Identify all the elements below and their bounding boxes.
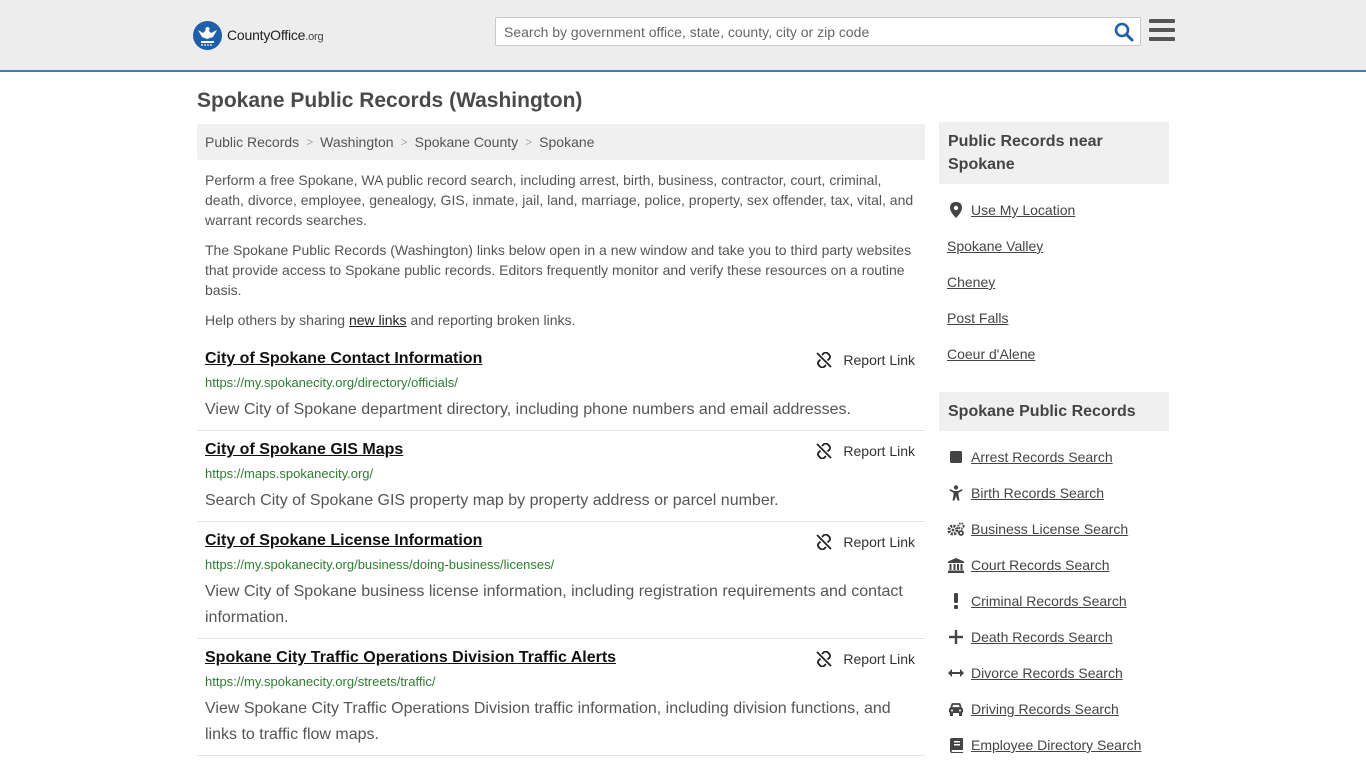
breadcrumb-public-records[interactable]: Public Records xyxy=(205,134,299,150)
eagle-logo-icon xyxy=(193,20,222,50)
page-title: Spokane Public Records (Washington) xyxy=(197,89,583,112)
site-logo[interactable]: CountyOffice.org xyxy=(193,20,324,50)
record-item: City of Spokane License Information Repo… xyxy=(197,532,925,639)
nearby-link-coeur-dalene[interactable]: Coeur d'Alene xyxy=(947,346,1035,362)
search-input[interactable] xyxy=(496,18,1106,45)
record-url: https://my.spokanecity.org/directory/off… xyxy=(205,375,458,390)
hamburger-menu-icon[interactable] xyxy=(1149,19,1175,42)
new-links-link[interactable]: new links xyxy=(349,312,407,328)
breadcrumb: Public Records > Washington > Spokane Co… xyxy=(197,124,925,160)
gears-icon xyxy=(947,521,965,537)
record-item: City of Spokane GIS Maps Report Link htt… xyxy=(197,441,925,522)
nearby-link-post-falls[interactable]: Post Falls xyxy=(947,310,1008,326)
use-location-link[interactable]: Use My Location xyxy=(971,202,1075,218)
breadcrumb-spokane-county[interactable]: Spokane County xyxy=(415,134,519,150)
breadcrumb-separator: > xyxy=(306,135,314,149)
breadcrumb-washington[interactable]: Washington xyxy=(320,134,393,150)
square-icon xyxy=(947,449,965,465)
exclamation-icon xyxy=(947,593,965,609)
nearby-heading: Public Records near Spokane xyxy=(939,122,1169,184)
intro-paragraph-3: Help others by sharing new links and rep… xyxy=(205,312,576,328)
car-icon xyxy=(947,701,965,717)
broken-link-icon xyxy=(816,352,833,368)
sidebar-item-court: Court Records Search xyxy=(947,557,1110,573)
record-url: https://maps.spokanecity.org/ xyxy=(205,466,374,481)
child-icon xyxy=(947,485,965,501)
record-title-link[interactable]: City of Spokane GIS Maps xyxy=(205,441,403,459)
record-description: View City of Spokane business license in… xyxy=(205,583,903,626)
sidebar-item-birth: Birth Records Search xyxy=(947,485,1104,501)
records-heading: Spokane Public Records xyxy=(939,392,1169,431)
site-header: CountyOffice.org xyxy=(0,0,1366,72)
sidebar-item-employee-directory: Employee Directory Search xyxy=(947,737,1141,753)
broken-link-icon xyxy=(816,651,833,667)
sidebar-item-death: Death Records Search xyxy=(947,629,1113,645)
intro-paragraph-1: Perform a free Spokane, WA public record… xyxy=(205,172,914,228)
record-description: View City of Spokane department director… xyxy=(205,401,851,418)
sidebar-item-driving: Driving Records Search xyxy=(947,701,1119,717)
intro-paragraph-2: The Spokane Public Records (Washington) … xyxy=(205,242,912,298)
record-url: https://my.spokanecity.org/business/doin… xyxy=(205,557,555,572)
plus-icon xyxy=(947,629,965,645)
search-box xyxy=(495,17,1141,46)
report-link-button[interactable]: Report Link xyxy=(816,651,915,667)
sidebar-item-divorce: Divorce Records Search xyxy=(947,665,1123,681)
use-location-item: Use My Location xyxy=(947,202,1075,218)
book-icon xyxy=(947,737,965,753)
arrows-h-icon xyxy=(947,665,965,681)
broken-link-icon xyxy=(816,534,833,550)
report-link-button[interactable]: Report Link xyxy=(816,443,915,459)
record-item: Spokane City Traffic Operations Division… xyxy=(197,649,925,756)
breadcrumb-separator: > xyxy=(400,135,408,149)
record-item: City of Spokane Contact Information Repo… xyxy=(197,350,925,431)
breadcrumb-spokane[interactable]: Spokane xyxy=(539,134,594,150)
record-title-link[interactable]: City of Spokane Contact Information xyxy=(205,350,482,368)
nearby-link-spokane-valley[interactable]: Spokane Valley xyxy=(947,238,1043,254)
sidebar-item-arrest: Arrest Records Search xyxy=(947,449,1113,465)
record-description: Search City of Spokane GIS property map … xyxy=(205,492,779,509)
logo-name: CountyOffice xyxy=(227,27,306,43)
sidebar-item-criminal: Criminal Records Search xyxy=(947,593,1127,609)
map-marker-icon xyxy=(947,202,965,218)
record-url: https://my.spokanecity.org/streets/traff… xyxy=(205,674,436,689)
record-title-link[interactable]: City of Spokane License Information xyxy=(205,532,482,550)
breadcrumb-separator: > xyxy=(525,135,533,149)
courthouse-icon xyxy=(947,557,965,573)
logo-tld: .org xyxy=(305,31,324,43)
report-link-button[interactable]: Report Link xyxy=(816,534,915,550)
sidebar-item-business-license: Business License Search xyxy=(947,521,1128,537)
record-title-link[interactable]: Spokane City Traffic Operations Division… xyxy=(205,649,616,667)
broken-link-icon xyxy=(816,443,833,459)
report-link-button[interactable]: Report Link xyxy=(816,352,915,368)
search-icon[interactable] xyxy=(1114,22,1134,42)
record-description: View Spokane City Traffic Operations Div… xyxy=(205,700,891,743)
nearby-link-cheney[interactable]: Cheney xyxy=(947,274,995,290)
